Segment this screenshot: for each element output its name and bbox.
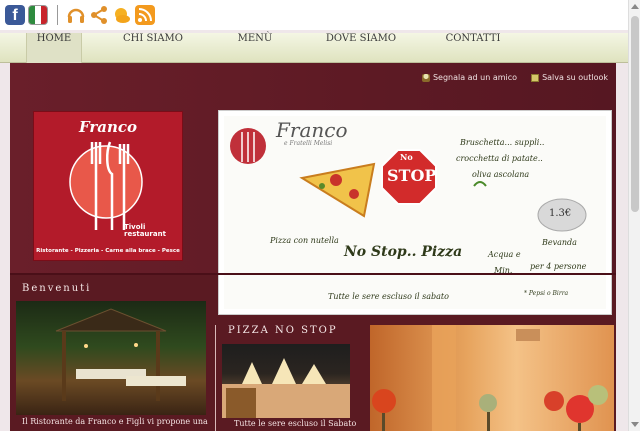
recommend-label: Segnala ad un amico — [432, 73, 518, 82]
promo-acqua: Acqua e — [488, 250, 521, 259]
promo-sign-small: No — [400, 152, 413, 162]
share-icon[interactable] — [89, 5, 109, 25]
promo-image: Franco e Fratelli Melisi No STOP Brusche… — [224, 116, 606, 309]
main-nav: HOME CHI SIAMO MENÙ DOVE SIAMO CONTATTI — [0, 33, 628, 63]
promo-bevanda: Bevanda — [542, 238, 577, 247]
promo-brand: Franco — [276, 118, 348, 142]
main-content: Segnala ad un amico Salva su outlook Fra… — [10, 63, 616, 431]
promo-menu-line-2: crocchetta di patate.. — [456, 154, 543, 163]
promo-menu-line-1: Bruschetta... suppli.. — [460, 138, 545, 147]
weather-icon[interactable] — [112, 5, 132, 25]
vertical-scrollbar[interactable] — [628, 0, 640, 431]
section-divider — [10, 273, 616, 275]
page-actions: Segnala ad un amico Salva su outlook — [421, 73, 608, 82]
promo-persone: per 4 persone — [530, 262, 587, 271]
logo-location: Tivoli restaurant — [124, 223, 166, 238]
promo-sign-big: STOP — [387, 166, 437, 185]
promo-note: * Pepsi o Birra — [524, 290, 569, 297]
outlook-label: Salva su outlook — [542, 73, 608, 82]
italy-flag-icon[interactable] — [28, 5, 48, 25]
social-bar: f — [0, 0, 628, 30]
people-icon — [421, 73, 430, 82]
scroll-down-icon[interactable] — [631, 422, 639, 427]
pizza-caption: Tutte le sere escluso il Sabato — [234, 419, 357, 428]
benvenuti-caption: Il Ristorante da Franco e Figli vi propo… — [22, 417, 208, 426]
promo-price: 1.3€ — [549, 208, 572, 219]
promo-menu-line-3: oliva ascolana — [472, 170, 530, 179]
outlook-link[interactable]: Salva su outlook — [531, 73, 608, 82]
pizza-table-photo[interactable] — [222, 344, 350, 418]
calendar-icon — [531, 73, 540, 82]
cutlery-emblem — [69, 141, 143, 230]
restaurant-logo[interactable]: Franco Tivoli restaurant Ristorante - Pi… — [33, 111, 183, 261]
headphones-icon[interactable] — [66, 5, 86, 25]
nav-item-home[interactable]: HOME — [26, 33, 82, 63]
scrollbar-thumb[interactable] — [631, 16, 639, 212]
scroll-up-icon[interactable] — [631, 4, 639, 9]
rss-icon[interactable] — [135, 5, 155, 25]
section-separator — [215, 325, 216, 431]
nav-item-contatti[interactable]: CONTATTI — [444, 33, 502, 63]
promo-banner[interactable]: Franco e Fratelli Melisi No STOP Brusche… — [218, 110, 612, 315]
promo-sabato: Tutte le sere escluso il sabato — [328, 292, 449, 301]
logo-tagline: Ristorante - Pizzeria - Carne alla brace… — [36, 248, 180, 254]
dining-room-photo[interactable] — [370, 325, 614, 431]
nav-item-dove-siamo[interactable]: DOVE SIAMO — [322, 33, 400, 63]
facebook-icon[interactable]: f — [5, 5, 25, 25]
divider — [57, 5, 58, 25]
promo-brand-sub: e Fratelli Melisi — [284, 140, 333, 147]
nav-item-menu[interactable]: MENÙ — [232, 33, 278, 63]
recommend-link[interactable]: Segnala ad un amico — [421, 73, 518, 82]
benvenuti-title: Benvenuti — [22, 283, 92, 294]
pizza-title: PIZZA NO STOP — [228, 325, 338, 336]
restaurant-patio-photo[interactable] — [16, 301, 206, 415]
promo-nutella: Pizza con nutella — [270, 236, 339, 245]
nav-item-chi-siamo[interactable]: CHI SIAMO — [118, 33, 188, 63]
promo-no-stop: No Stop.. Pizza — [344, 244, 463, 260]
